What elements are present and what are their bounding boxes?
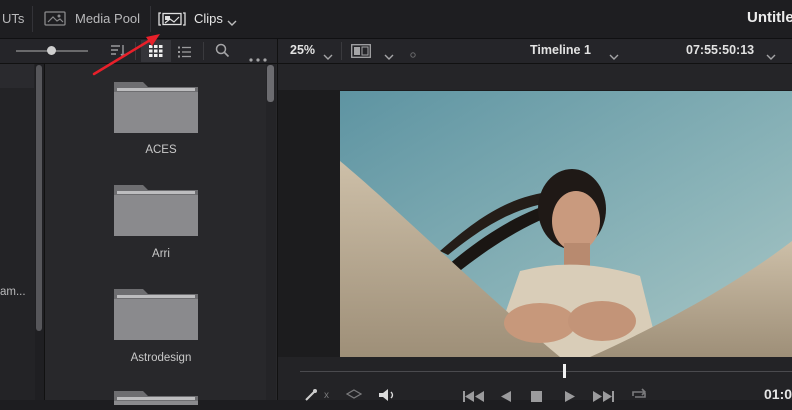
- divider: [32, 6, 33, 32]
- source-viewer: x 01:0: [278, 64, 792, 402]
- playhead[interactable]: [563, 364, 566, 378]
- play-reverse-icon[interactable]: [500, 389, 512, 407]
- project-title: Untitle: [747, 9, 792, 26]
- bin-list-scrollbar-thumb[interactable]: [36, 65, 42, 331]
- search-icon[interactable]: [215, 43, 230, 63]
- divider: [150, 6, 151, 32]
- video-frame[interactable]: [340, 91, 792, 357]
- folder-label[interactable]: ACES: [45, 144, 277, 156]
- folder-icon[interactable]: [113, 179, 199, 242]
- viewer-mode-icon[interactable]: [351, 44, 371, 63]
- media-pool-icon[interactable]: [44, 11, 66, 31]
- timeline-name[interactable]: Timeline 1: [530, 43, 591, 57]
- folder-icon[interactable]: [113, 283, 199, 346]
- clips-tab[interactable]: Clips: [194, 11, 223, 26]
- bin-list-panel: am...: [0, 64, 45, 400]
- volume-icon[interactable]: [378, 388, 398, 406]
- divider: [277, 39, 278, 63]
- list-view-icon[interactable]: [178, 45, 192, 63]
- bin-item-label[interactable]: am...: [0, 286, 26, 298]
- divider: [203, 42, 204, 60]
- thumbnail-size-slider-handle[interactable]: [47, 46, 56, 55]
- divider: [341, 42, 342, 60]
- media-pool-scrollbar-track[interactable]: [266, 64, 276, 400]
- media-pool-scrollbar-thumb[interactable]: [267, 65, 274, 102]
- chevron-down-icon[interactable]: [227, 14, 237, 32]
- indicator-dot-icon: [410, 45, 416, 63]
- media-pool-grid: ACES Arri Astrodesign: [45, 64, 278, 405]
- folder-label[interactable]: Arri: [45, 248, 277, 260]
- timecode-display[interactable]: 07:55:50:13: [686, 43, 754, 57]
- bin-list-header: [0, 64, 34, 88]
- scrubber-track[interactable]: [300, 371, 792, 372]
- stop-icon[interactable]: [531, 389, 542, 407]
- media-pool-tab[interactable]: Media Pool: [75, 11, 140, 26]
- luts-tab[interactable]: UTs: [2, 11, 24, 26]
- eyedropper-icon[interactable]: [304, 388, 318, 406]
- annotation-arrow-icon: [92, 34, 160, 76]
- clips-icon[interactable]: [158, 12, 186, 31]
- zoom-level[interactable]: 25%: [290, 43, 315, 57]
- x-icon[interactable]: x: [324, 390, 329, 401]
- go-to-end-icon[interactable]: [592, 389, 614, 407]
- play-icon[interactable]: [564, 389, 576, 407]
- loop-icon[interactable]: [630, 387, 648, 406]
- folder-icon[interactable]: [113, 76, 199, 139]
- go-to-start-icon[interactable]: [463, 389, 485, 407]
- viewer-header-strip: [278, 64, 792, 90]
- folder-icon[interactable]: [113, 385, 199, 410]
- folder-label[interactable]: Astrodesign: [45, 352, 277, 364]
- transport-bar: x 01:0: [278, 357, 792, 402]
- layers-icon[interactable]: [345, 388, 363, 406]
